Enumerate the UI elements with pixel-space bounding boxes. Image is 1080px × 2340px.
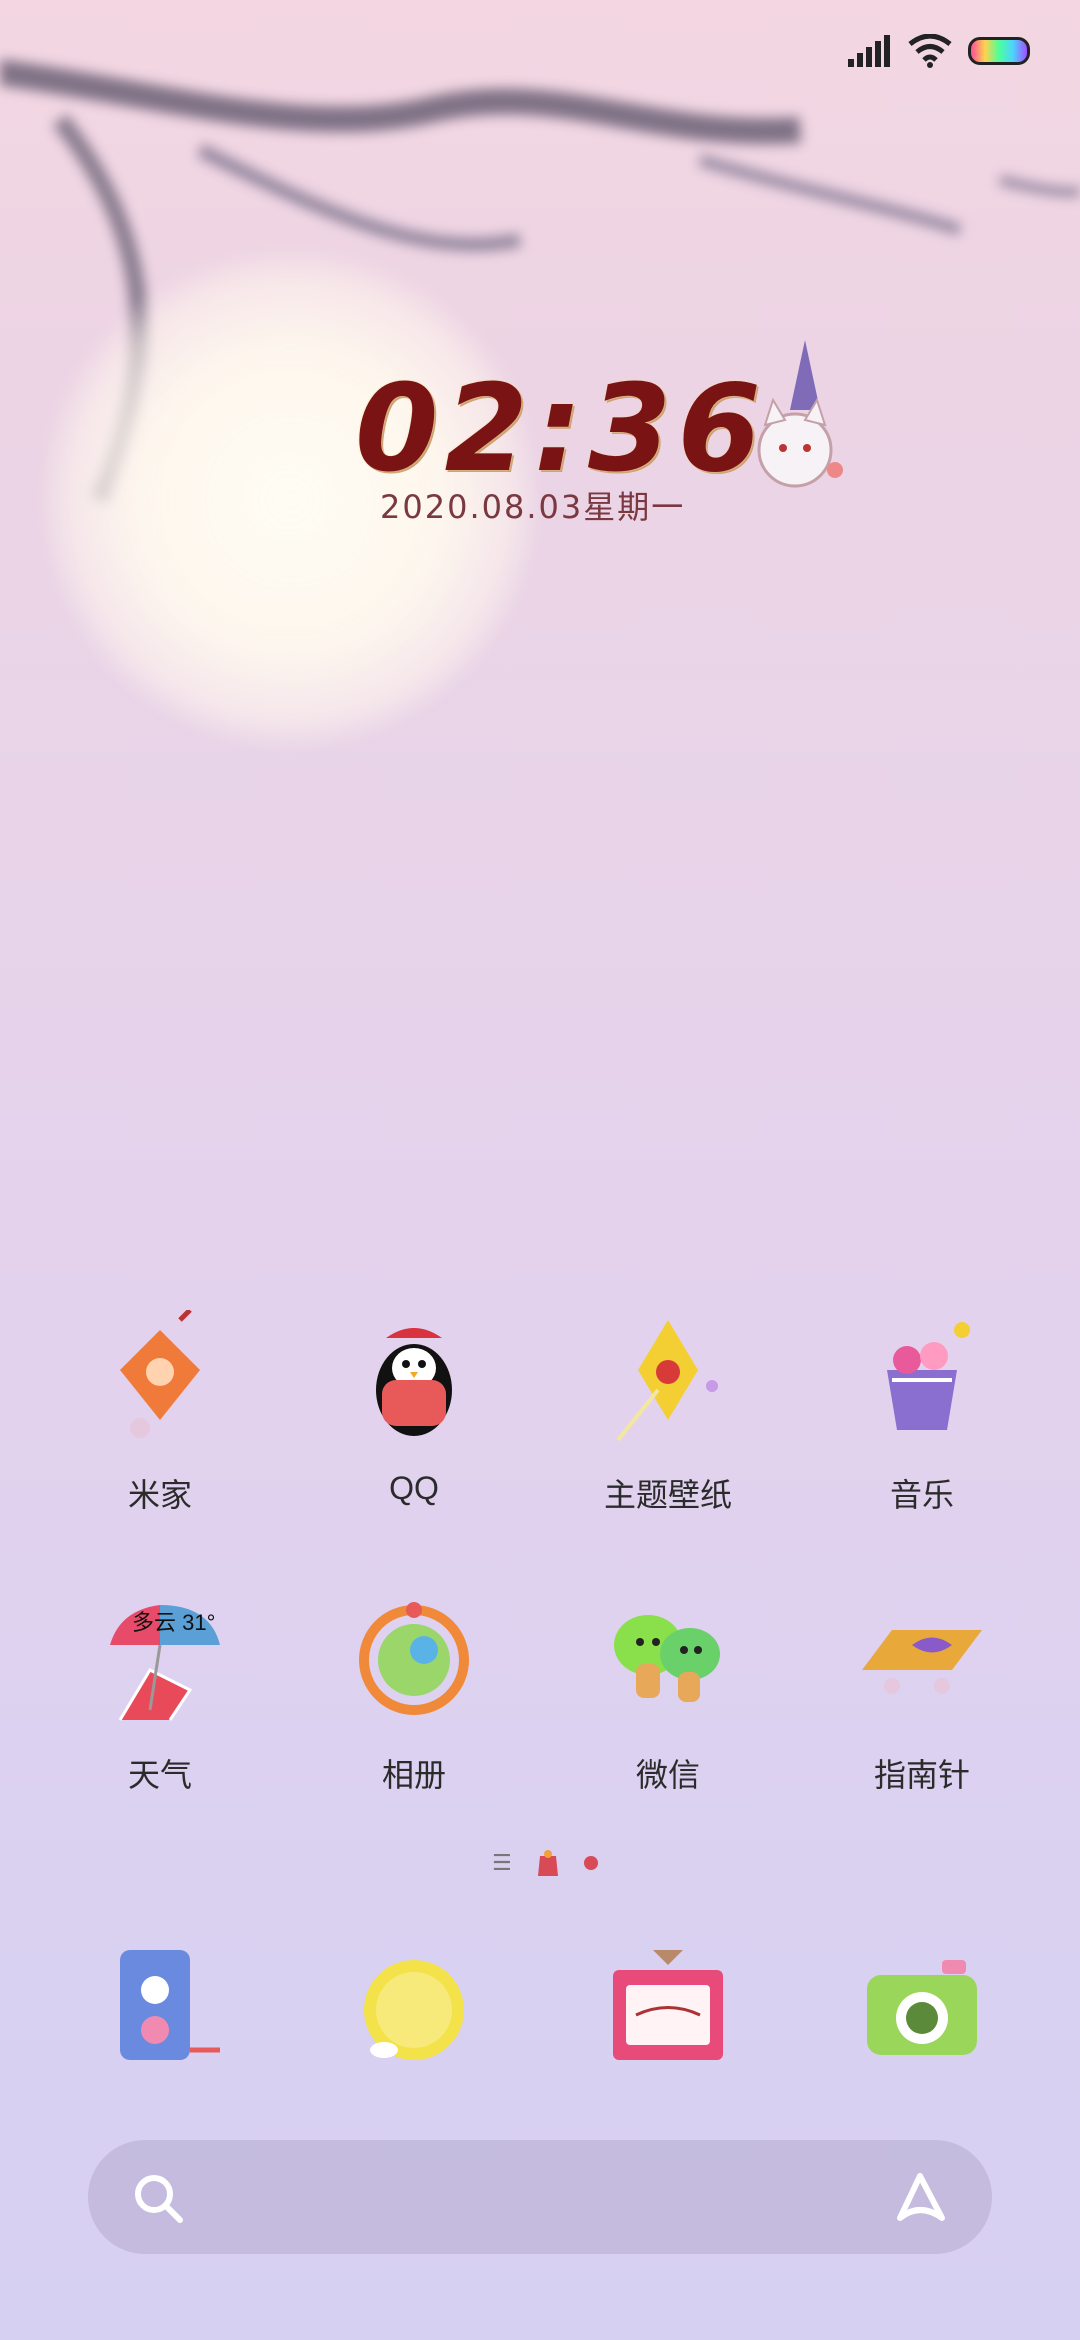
app-label-weather: 天气 [127,1757,192,1793]
wifi-icon [908,34,952,68]
app-gallery[interactable]: 相册 [314,1590,514,1796]
page-dot-active [583,1856,598,1870]
app-compass[interactable]: 指南针 [822,1590,1022,1796]
themes-icon [616,1320,718,1442]
status-bar [848,30,1030,72]
app-label-wechat: 微信 [635,1757,700,1793]
app-label-music: 音乐 [889,1477,954,1513]
clock-time: 02:36 [355,360,767,499]
clock-date: 2020.08.03星期一 [380,488,686,526]
phone-icon[interactable] [90,1940,230,2080]
camera-icon[interactable] [852,1940,992,2080]
app-mijia[interactable]: 米家 [60,1308,260,1516]
app-label-mijia: 米家 [127,1477,192,1513]
mijia-icon [120,1308,200,1438]
app-label-compass: 指南针 [873,1757,970,1793]
page-menu-icon: ☰ [492,1850,512,1876]
page-indicator[interactable]: ☰ [492,1848,598,1878]
app-label-themes: 主题壁纸 [603,1477,732,1513]
dock [0,1940,1080,2080]
app-themes[interactable]: 主题壁纸 [568,1310,768,1516]
app-wechat[interactable]: 微信 [568,1590,768,1796]
app-qq[interactable]: QQ [314,1310,514,1507]
fox-mask-decoration-icon [757,340,843,488]
messages-icon[interactable] [344,1940,484,2080]
browser-icon[interactable] [598,1940,738,2080]
search-bar[interactable] [88,2140,992,2254]
qq-penguin-icon [376,1328,452,1436]
assistant-icon[interactable] [890,2166,952,2228]
compass-icon [862,1630,982,1694]
search-icon [135,2175,183,2223]
gallery-icon [359,1602,469,1715]
battery-icon [968,37,1030,65]
signal-icon [848,35,890,67]
music-icon [887,1322,970,1430]
app-music[interactable]: 音乐 [822,1310,1022,1516]
app-label-gallery: 相册 [381,1757,446,1793]
weather-badge: 多云 31° [132,1610,216,1635]
page-dot-icon [537,1850,558,1876]
wechat-icon [614,1615,720,1702]
app-label-qq: QQ [389,1470,439,1506]
